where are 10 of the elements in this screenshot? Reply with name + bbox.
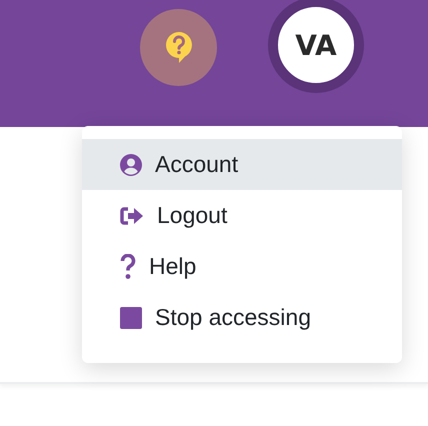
menu-item[interactable]: Account — [82, 139, 402, 190]
stop-icon — [120, 306, 142, 328]
avatar-button[interactable]: VA — [268, 0, 364, 93]
menu-item[interactable]: Help — [82, 241, 402, 292]
menu-item[interactable]: Stop accessing — [82, 292, 402, 343]
question-mark-icon — [120, 254, 136, 280]
logout-icon — [120, 206, 144, 224]
menu-item[interactable]: Logout — [82, 190, 402, 241]
help-icon — [164, 31, 192, 63]
user-icon — [120, 154, 142, 176]
